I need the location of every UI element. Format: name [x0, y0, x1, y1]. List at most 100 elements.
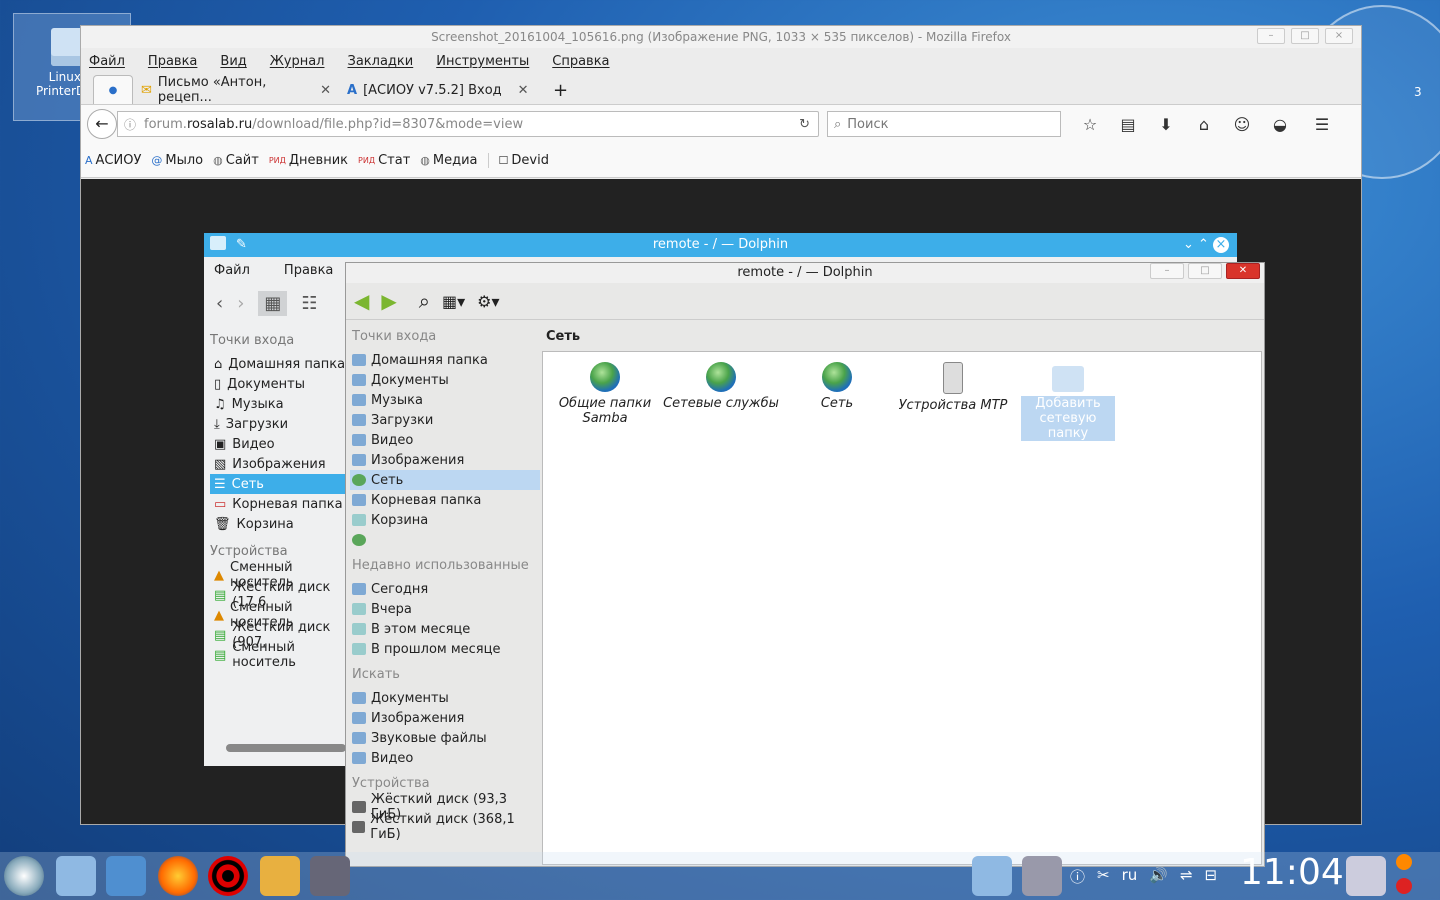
- horizontal-scrollbar[interactable]: [226, 744, 346, 752]
- minimize-button[interactable]: –: [1257, 28, 1285, 44]
- text-editor-icon[interactable]: [106, 856, 146, 896]
- trash-icon[interactable]: [1346, 856, 1386, 896]
- device-item[interactable]: Жёсткий диск (368,1 ГиБ): [350, 812, 540, 842]
- menu-edit[interactable]: Правка: [148, 54, 208, 69]
- settings-icon[interactable]: ⚙▾: [477, 292, 499, 311]
- item-network[interactable]: Сеть: [787, 362, 887, 411]
- url-bar[interactable]: ⓘ forum. rosalab.ru/download/file.php?id=…: [117, 111, 819, 137]
- tab-asiou[interactable]: A [АСИОУ v7.5.2] Вход ✕: [339, 76, 545, 104]
- menu-view[interactable]: Вид: [220, 54, 257, 69]
- bookmark-stat[interactable]: РИД Стат: [358, 153, 410, 168]
- menu-history[interactable]: Журнал: [270, 54, 336, 69]
- scanner-icon[interactable]: [310, 856, 350, 896]
- lock-icon[interactable]: [1396, 854, 1412, 870]
- bookmark-diary[interactable]: РИД Дневник: [269, 153, 348, 168]
- close-tab-icon[interactable]: ✕: [320, 83, 331, 98]
- chat-icon[interactable]: ☺: [1223, 115, 1261, 134]
- firefox-icon[interactable]: [158, 856, 198, 896]
- menu-tools[interactable]: Инструменты: [436, 54, 540, 69]
- taskbar-clock[interactable]: 11:04: [1240, 852, 1344, 893]
- place-home[interactable]: ⌂ Домашняя папка: [210, 354, 350, 374]
- back-button[interactable]: ←: [87, 109, 117, 139]
- menu-edit[interactable]: Правка: [284, 263, 333, 278]
- network-icon[interactable]: ⊟: [1205, 866, 1218, 887]
- file-manager-icon[interactable]: [56, 856, 96, 896]
- place-pictures[interactable]: ▧ Изображения: [210, 454, 350, 474]
- forward-arrow-icon[interactable]: ›: [237, 293, 244, 314]
- system-settings-icon[interactable]: [1022, 856, 1062, 896]
- search-icon[interactable]: ⌕: [419, 289, 430, 313]
- scissors-icon[interactable]: ✂: [1097, 866, 1110, 887]
- bookmark-devid[interactable]: ☐ Devid: [487, 152, 549, 168]
- place-downloads[interactable]: ⤓ Загрузки: [210, 414, 350, 434]
- minimize-button[interactable]: –: [1150, 263, 1184, 279]
- recent-item[interactable]: Сегодня: [350, 579, 540, 599]
- close-icon[interactable]: ×: [1213, 237, 1229, 253]
- close-tab-icon[interactable]: ✕: [518, 83, 529, 98]
- place-downloads[interactable]: Загрузки: [350, 410, 540, 430]
- item-mtp[interactable]: Устройства MTP: [897, 362, 1009, 413]
- reading-list-icon[interactable]: ▤: [1109, 115, 1147, 134]
- recent-item[interactable]: В этом месяце: [350, 619, 540, 639]
- notifications-icon[interactable]: ⓘ: [1070, 866, 1085, 887]
- place-documents[interactable]: ▯ Документы: [210, 374, 350, 394]
- volume-icon[interactable]: 🔊: [1149, 866, 1168, 887]
- bookmark-star-icon[interactable]: ☆: [1071, 115, 1109, 134]
- menu-help[interactable]: Справка: [552, 54, 620, 69]
- search-item[interactable]: Звуковые файлы: [350, 728, 540, 748]
- back-arrow-icon[interactable]: ‹: [216, 293, 223, 314]
- maximize-button[interactable]: □: [1188, 263, 1222, 279]
- home-icon[interactable]: ⌂: [1185, 115, 1223, 134]
- installer-icon[interactable]: [972, 856, 1012, 896]
- menu-bookmarks[interactable]: Закладки: [348, 54, 425, 69]
- app-launcher-icon[interactable]: [4, 856, 44, 896]
- search-box[interactable]: ⌕ Поиск: [827, 111, 1061, 137]
- power-icon[interactable]: [1396, 878, 1412, 894]
- place-trash[interactable]: 🗑 Корзина: [210, 514, 350, 534]
- maximize-button[interactable]: □: [1291, 28, 1319, 44]
- keyboard-layout[interactable]: ru: [1122, 866, 1138, 887]
- recent-item[interactable]: Вчера: [350, 599, 540, 619]
- bookmark-asiou[interactable]: A АСИОУ: [85, 153, 141, 168]
- pocket-icon[interactable]: ◒: [1261, 115, 1299, 134]
- recent-item[interactable]: В прошлом месяце: [350, 639, 540, 659]
- place-trash[interactable]: Корзина: [350, 510, 540, 530]
- bookmark-site[interactable]: ◍ Сайт: [213, 153, 259, 168]
- place-videos[interactable]: ▣ Видео: [210, 434, 350, 454]
- search-item[interactable]: Документы: [350, 688, 540, 708]
- place-documents[interactable]: Документы: [350, 370, 540, 390]
- bookmark-mail[interactable]: @ Мыло: [151, 153, 203, 168]
- place-home[interactable]: Домашняя папка: [350, 350, 540, 370]
- place-music[interactable]: Музыка: [350, 390, 540, 410]
- close-button[interactable]: ✕: [1226, 263, 1260, 279]
- item-samba[interactable]: Общие папки Samba: [555, 362, 655, 426]
- item-add-network-folder[interactable]: Добавить сетевую папку: [1021, 362, 1115, 441]
- place-root[interactable]: Корневая папка: [350, 490, 540, 510]
- place-unnamed[interactable]: [350, 530, 540, 550]
- place-videos[interactable]: Видео: [350, 430, 540, 450]
- menu-icon[interactable]: ☰: [1303, 115, 1341, 134]
- bookmark-media[interactable]: ◍ Медиа: [420, 153, 477, 168]
- view-mode-icon[interactable]: ▦▾: [442, 292, 465, 311]
- new-tab-button[interactable]: +: [545, 76, 576, 104]
- forward-arrow-icon[interactable]: ▶: [381, 289, 396, 313]
- place-root[interactable]: ▭ Корневая папка: [210, 494, 350, 514]
- place-music[interactable]: ♫ Музыка: [210, 394, 350, 414]
- download-icon[interactable]: ⬇: [1147, 115, 1185, 134]
- details-view-icon[interactable]: ☷: [301, 293, 317, 314]
- place-network[interactable]: Сеть: [350, 470, 540, 490]
- device-item[interactable]: ▤ Сменный носитель: [210, 640, 350, 670]
- usb-icon[interactable]: ⇌: [1180, 866, 1193, 887]
- icons-view-icon[interactable]: ▦: [258, 290, 288, 316]
- tab-current[interactable]: ●: [93, 75, 133, 104]
- search-item[interactable]: Видео: [350, 748, 540, 768]
- media-player-icon[interactable]: [208, 856, 248, 896]
- archive-icon[interactable]: [260, 856, 300, 896]
- place-network[interactable]: ☰ Сеть: [210, 474, 350, 494]
- reload-icon[interactable]: ↻: [799, 117, 810, 132]
- search-item[interactable]: Изображения: [350, 708, 540, 728]
- back-arrow-icon[interactable]: ◀: [354, 289, 369, 313]
- item-network-services[interactable]: Сетевые службы: [663, 362, 779, 411]
- menu-file[interactable]: Файл: [89, 54, 136, 69]
- place-pictures[interactable]: Изображения: [350, 450, 540, 470]
